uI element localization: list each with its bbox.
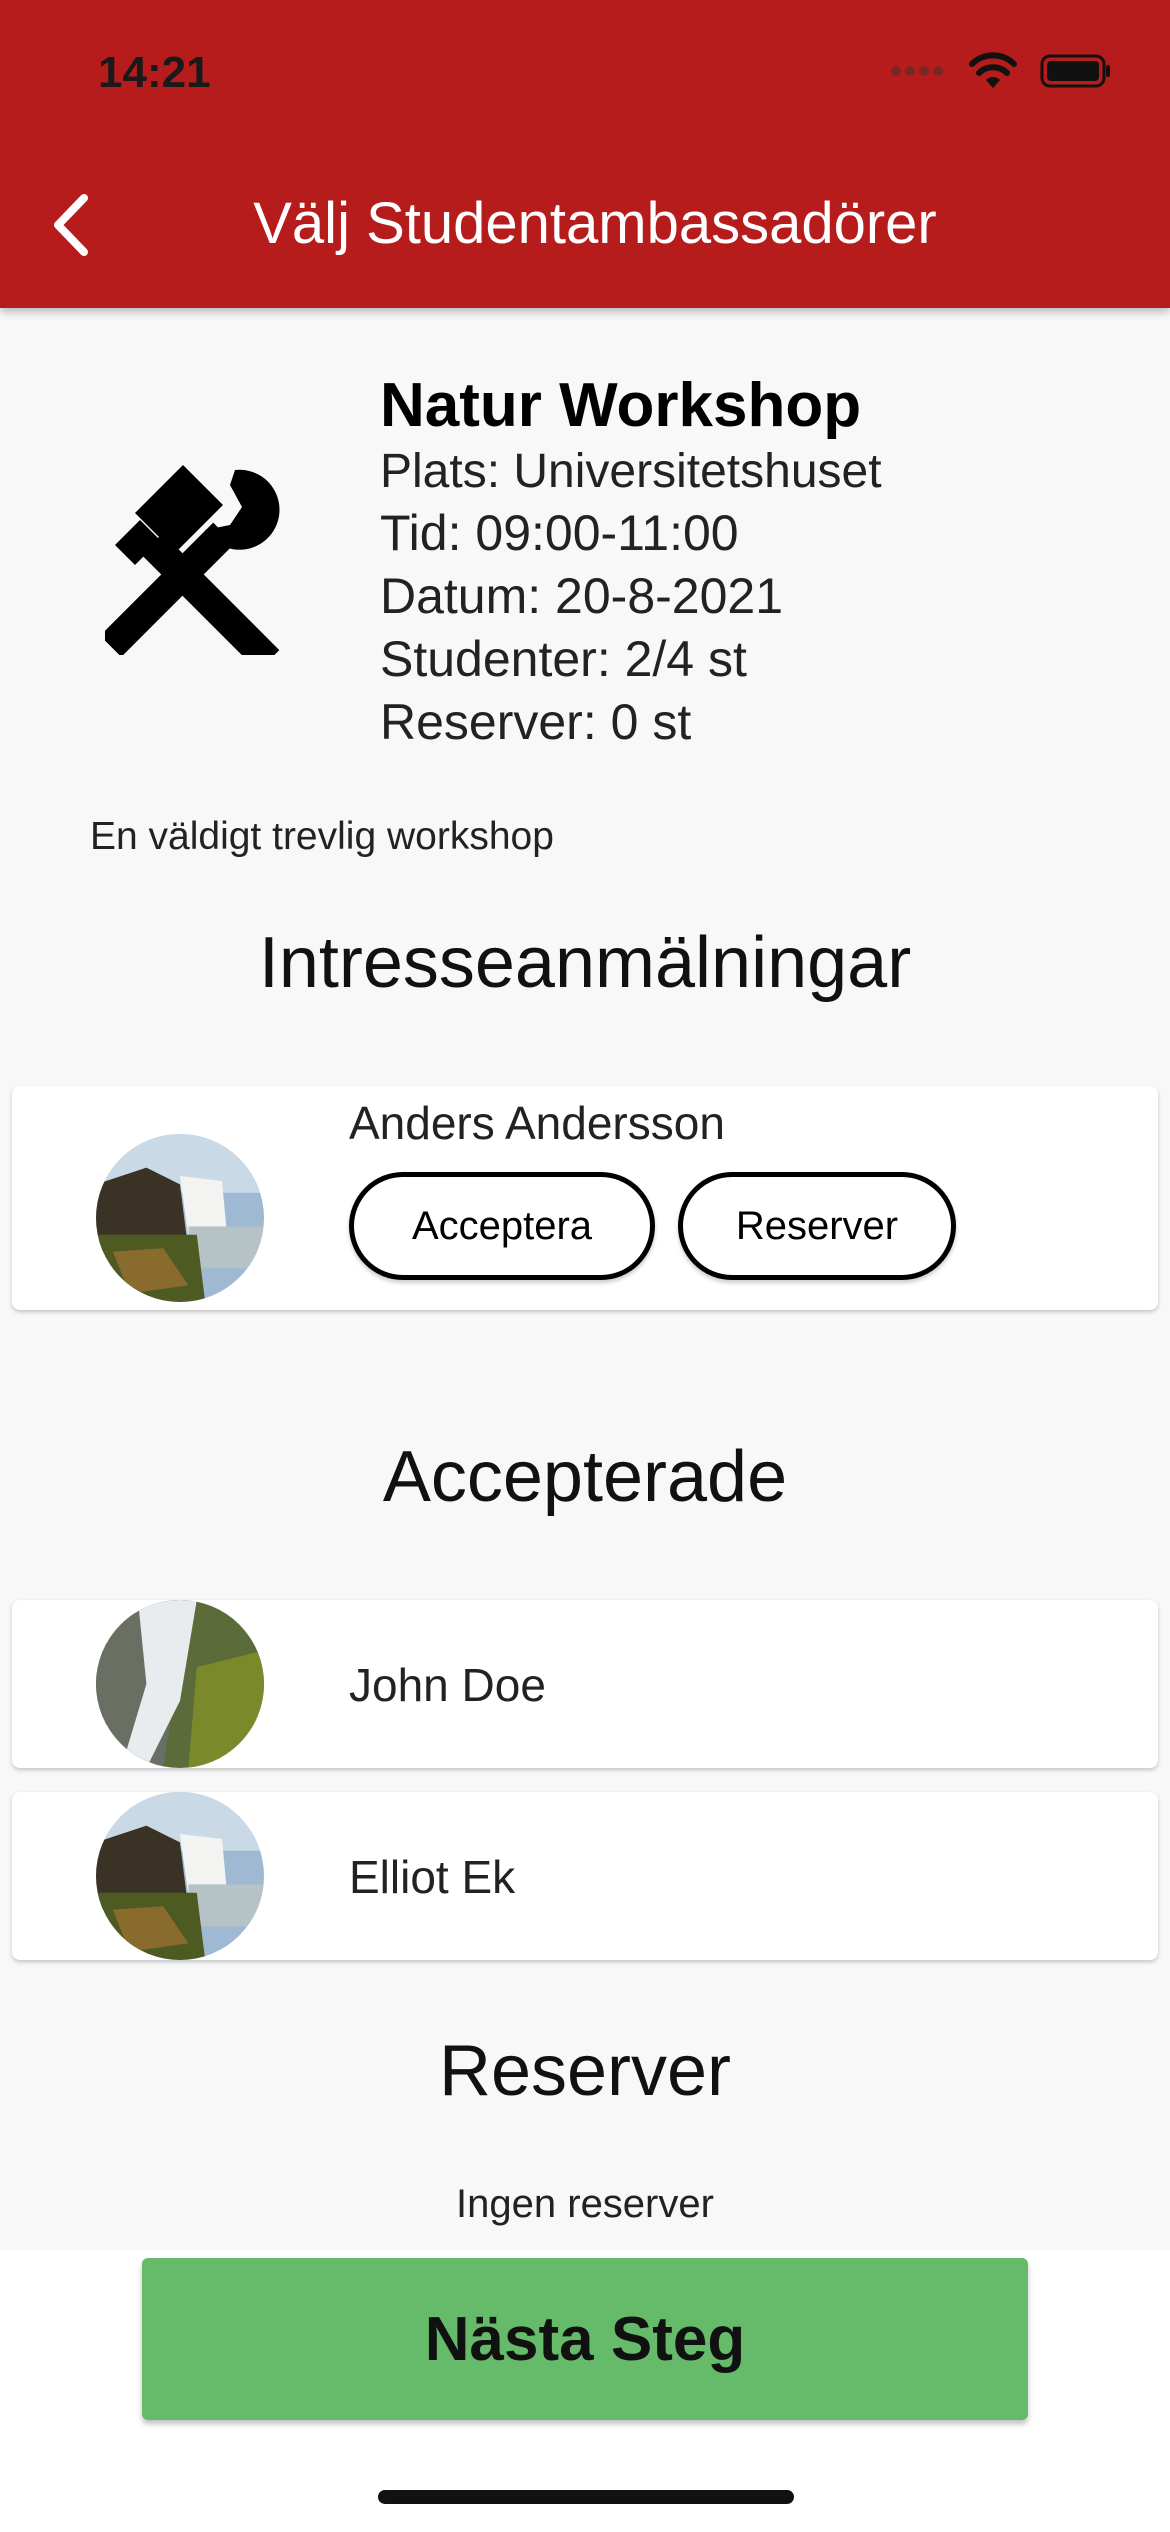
avatar (96, 1600, 264, 1768)
battery-icon (1040, 54, 1110, 88)
wifi-icon (969, 52, 1017, 88)
next-step-button[interactable]: Nästa Steg (142, 2258, 1028, 2420)
status-icons (890, 52, 1112, 90)
page-title: Välj Studentambassadörer (253, 191, 937, 256)
tools-icon (105, 465, 280, 655)
workshop-location: Plats: Universitetshuset (380, 445, 882, 498)
workshop-description: En väldigt trevlig workshop (90, 815, 554, 858)
interest-name: Anders Andersson (349, 1097, 725, 1149)
workshop-time: Tid: 09:00-11:00 (380, 505, 739, 561)
home-indicator (378, 2490, 794, 2504)
workshop-info: Natur Workshop Plats: Universitetshuset … (380, 370, 882, 754)
accepted-card: Elliot Ek (12, 1792, 1158, 1960)
section-title-interests: Intresseanmälningar (258, 923, 912, 1003)
reserve-button[interactable]: Reserver (678, 1172, 956, 1280)
status-time: 14:21 (98, 48, 211, 97)
section-title-reserves: Reserver (438, 2031, 732, 2111)
avatar-waterfall-image (96, 1134, 264, 1302)
screen: 14:21 Välj Studentambassadörer Natur Wor… (0, 0, 1170, 2532)
empty-reserves-text: Ingen reserver (456, 2182, 714, 2226)
workshop-title: Natur Workshop (380, 371, 862, 440)
interest-card: Anders Andersson Acceptera Reserver (12, 1086, 1158, 1310)
avatar-waterfall-image (96, 1600, 264, 1768)
avatar-waterfall-image (96, 1792, 264, 1960)
accepted-name: Elliot Ek (349, 1851, 516, 1903)
accept-button[interactable]: Acceptera (349, 1172, 655, 1280)
workshop-date: Datum: 20-8-2021 (380, 568, 784, 624)
avatar (96, 1792, 264, 1960)
workshop-students: Studenter: 2/4 st (380, 631, 747, 687)
section-title-accepted: Accepterade (382, 1437, 788, 1517)
app-bar: 14:21 Välj Studentambassadörer (0, 0, 1170, 308)
workshop-reserves: Reserver: 0 st (380, 694, 692, 750)
avatar (96, 1134, 264, 1302)
accepted-name: John Doe (349, 1659, 546, 1711)
signal-icon (891, 66, 943, 76)
accepted-card: John Doe (12, 1600, 1158, 1768)
